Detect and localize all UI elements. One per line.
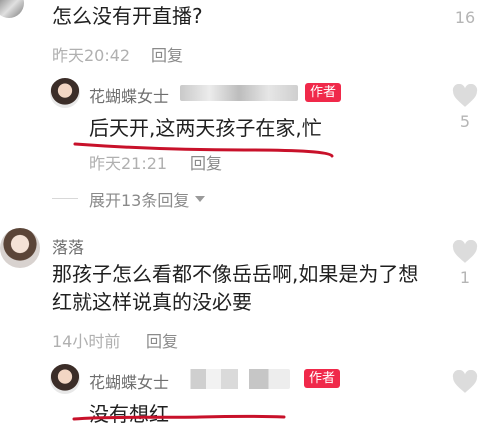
reply-2-author-name[interactable]: 花蝴蝶女士 xyxy=(89,369,169,393)
comment-2-text-line-2: 红就这样说真的没必要 xyxy=(52,290,252,314)
heart-icon[interactable] xyxy=(452,240,478,264)
author-badge: 作者 xyxy=(305,83,342,102)
comment-2-author-name[interactable]: 落落 xyxy=(52,234,84,258)
heart-icon[interactable] xyxy=(452,370,478,394)
expand-replies-divider xyxy=(52,198,78,199)
reply-1-reply-button[interactable]: 回复 xyxy=(190,150,222,174)
caret-down-icon xyxy=(195,196,206,202)
reply-1-author-name[interactable]: 花蝴蝶女士 xyxy=(89,83,169,107)
top-comment-reply-button[interactable]: 回复 xyxy=(151,42,183,66)
comment-2-time: 14小时前 xyxy=(52,332,121,351)
expand-replies-label: 展开13条回复 xyxy=(89,191,190,210)
reply-1-like-count: 5 xyxy=(459,112,471,131)
avatar-author[interactable] xyxy=(50,78,80,108)
reply-1-time: 昨天21:21 xyxy=(89,154,168,173)
expand-replies-button[interactable]: 展开13条回复 xyxy=(89,187,206,211)
avatar-commenter-2[interactable] xyxy=(0,228,40,268)
author-id-blurred xyxy=(182,369,290,389)
author-badge: 作者 xyxy=(304,369,341,388)
heart-icon[interactable] xyxy=(452,84,478,108)
top-comment-like-count: 16 xyxy=(454,8,476,27)
comment-2-text-line-1: 那孩子怎么看都不像岳岳啊,如果是为了想 xyxy=(52,262,419,286)
author-id-blurred xyxy=(180,85,298,101)
avatar-author[interactable] xyxy=(50,364,80,394)
reply-2-annotation-underline xyxy=(72,414,286,421)
avatar-top-commenter[interactable] xyxy=(0,0,24,18)
top-comment-text: 怎么没有开直播? xyxy=(52,4,203,28)
comment-2-reply-button[interactable]: 回复 xyxy=(146,328,178,352)
comment-2-like-count: 1 xyxy=(459,268,471,287)
top-comment-time: 昨天20:42 xyxy=(52,46,131,65)
